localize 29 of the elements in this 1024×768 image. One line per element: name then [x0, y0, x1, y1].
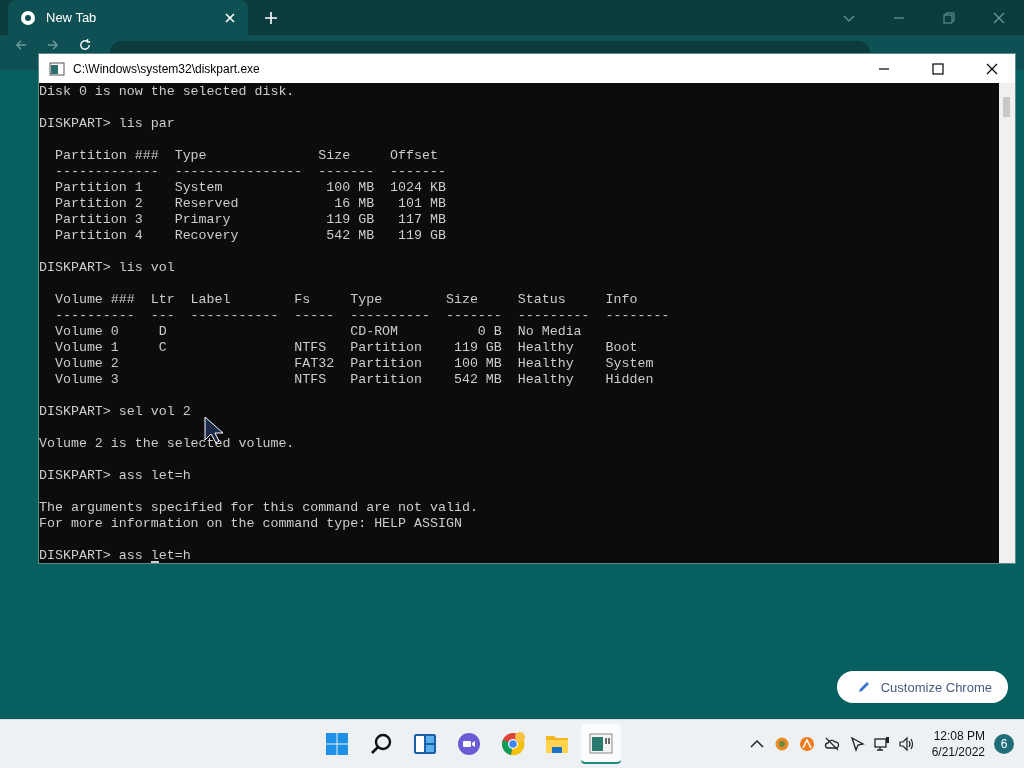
console-line: The arguments specified for this command are not valid.	[39, 500, 478, 516]
clock[interactable]: 12:08 PM 6/21/2022	[931, 728, 985, 760]
console-line: Volume 2 is the selected volume.	[39, 436, 295, 452]
console-line: DISKPART> ass let=h	[39, 548, 191, 563]
console-line: Partition 3 Primary 119 GB 117 MB	[53, 212, 446, 228]
console-line: Volume 3 NTFS Partition 542 MB Healthy Hidden	[53, 372, 654, 388]
customize-chrome-button[interactable]: Customize Chrome	[836, 671, 1008, 703]
time-text: 12:08 PM	[933, 728, 985, 744]
console-line: ------------- ---------------- ------- -------	[53, 164, 446, 180]
console-line: For more information on the command type: HELP ASSIGN	[39, 516, 462, 532]
console-line: Disk 0 is now the selected disk.	[39, 84, 295, 100]
console-line: Volume 0 D CD-ROM 0 B No Media	[53, 324, 582, 340]
console-line: Partition ### Type Size Offset	[53, 148, 438, 164]
console-line: Volume 2 FAT32 Partition 100 MB Healthy System	[53, 356, 654, 372]
date-text: 6/21/2022	[931, 744, 985, 760]
console-line: Volume 1 C NTFS Partition 119 GB Healthy Boot	[53, 340, 638, 356]
browser-tab[interactable]: New Tab	[8, 0, 248, 35]
console-line: Partition 1 System 100 MB 1024 KB	[53, 180, 446, 196]
notification-badge[interactable]: 6	[994, 734, 1014, 754]
console-line: Partition 4 Recovery 542 MB 119 GB	[53, 228, 446, 244]
console-line: DISKPART> ass let=h	[39, 468, 191, 484]
tab-title: New Tab	[46, 10, 98, 25]
window-title: C:\Windows\system32\diskpart.exe	[73, 61, 260, 76]
console-line: ---------- --- ----------- ----- ---------- ------- --------- --------	[53, 308, 670, 324]
console-line: DISKPART> lis vol	[39, 260, 175, 276]
console-line: DISKPART> sel vol 2	[39, 404, 191, 420]
console-line: DISKPART> lis par	[39, 116, 175, 132]
console-line: Volume ### Ltr Label Fs Type Size Status Info	[53, 292, 638, 308]
console-line: Partition 2 Reserved 16 MB 101 MB	[53, 196, 446, 212]
